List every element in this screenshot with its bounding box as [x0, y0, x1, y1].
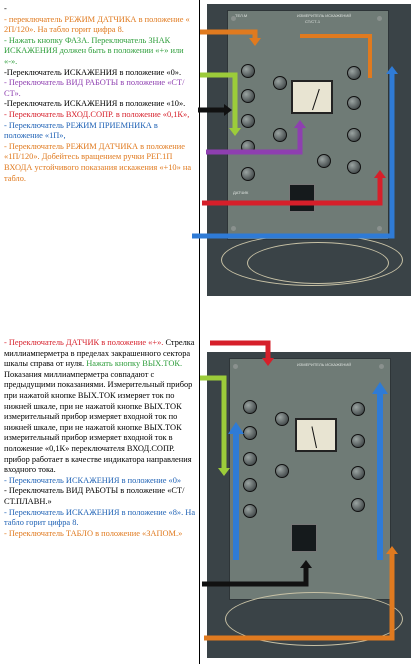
black-arrow-head	[224, 104, 232, 116]
red-arrow-head	[374, 170, 386, 178]
blue-arrow-head	[228, 422, 244, 434]
blue-arrow-head	[372, 382, 388, 394]
green-arrow-head	[218, 468, 230, 476]
green-arrow	[200, 72, 238, 130]
red-arrow	[202, 176, 383, 206]
orange-arrow	[300, 34, 372, 78]
black-arrow	[202, 566, 309, 587]
red-arrow-head	[262, 358, 274, 366]
annotation-arrows	[192, 29, 398, 641]
green-arrow-head	[229, 128, 241, 136]
black-arrow-head	[300, 560, 312, 568]
orange-arrow-head	[249, 38, 261, 46]
orange-arrow-head	[386, 546, 398, 554]
purple-arrow-head	[294, 120, 306, 128]
orange-arrow	[200, 29, 258, 40]
blue-arrow-head	[386, 66, 398, 74]
red-arrow	[210, 340, 271, 360]
green-arrow	[200, 375, 227, 470]
purple-arrow	[206, 126, 303, 155]
orange-arrow	[204, 552, 395, 641]
